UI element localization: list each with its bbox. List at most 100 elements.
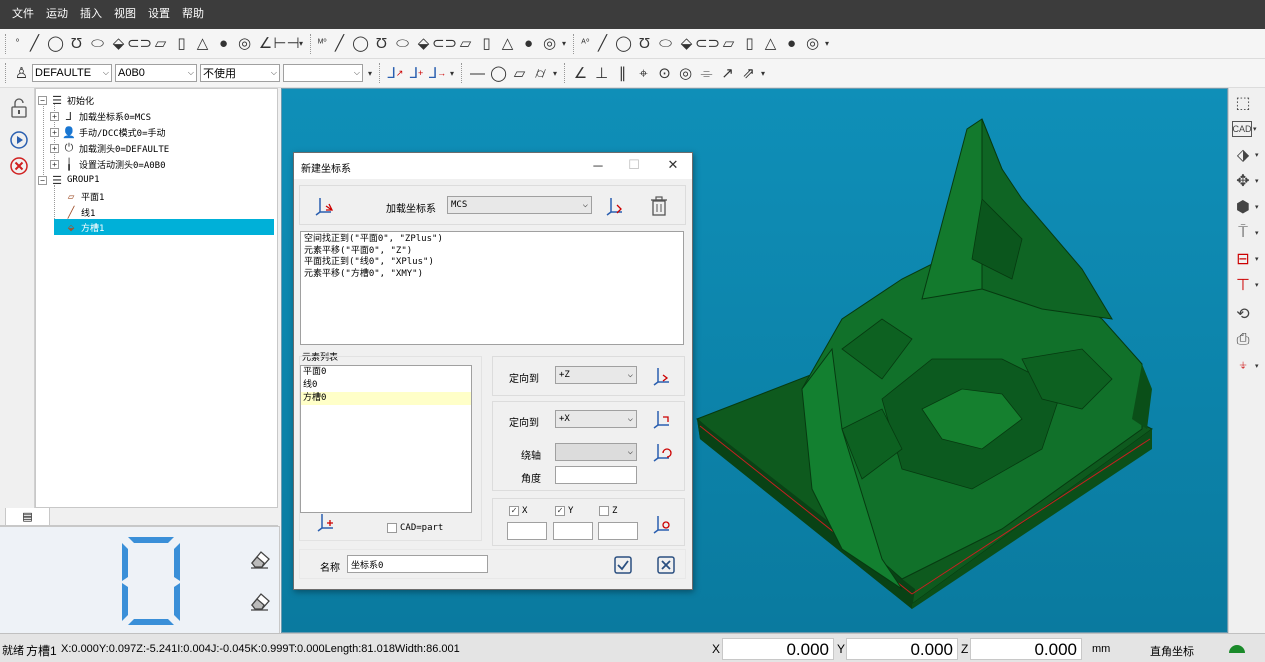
measure-ellipse-icon[interactable]: ⬭ <box>392 33 413 55</box>
list-item[interactable]: 方槽0 <box>301 392 471 405</box>
toolbar-grip[interactable] <box>310 33 313 54</box>
coaxiality-icon[interactable]: ◎ <box>675 62 696 84</box>
menu-file[interactable]: 文件 <box>6 0 40 29</box>
measure-view-button[interactable]: ⍖ ▾ <box>1232 354 1262 378</box>
construct-cylinder-icon[interactable]: ▯ <box>739 33 760 55</box>
expand-icon[interactable]: + <box>50 159 59 169</box>
expand-icon[interactable]: + <box>50 143 59 153</box>
flatness-icon[interactable]: ▱ <box>509 62 530 84</box>
total-runout-icon[interactable]: ⇗ <box>738 62 759 84</box>
rotate-view-button[interactable]: ⟲ <box>1232 302 1262 326</box>
list-item[interactable]: 线0 <box>301 379 471 392</box>
eraser-icon[interactable] <box>248 589 272 613</box>
cancel-icon[interactable] <box>655 554 677 576</box>
pick-coordinate-icon[interactable] <box>314 195 336 217</box>
section-button[interactable]: ⊟ ▾ <box>1232 247 1262 271</box>
collapse-icon[interactable]: − <box>38 95 47 105</box>
confirm-icon[interactable] <box>612 554 634 576</box>
roundness-icon[interactable]: ◯ <box>488 62 509 84</box>
tree-node-slot[interactable]: ⬙ 方槽1 <box>54 219 274 235</box>
alignment-script-textbox[interactable]: 空间找正到("平面0", "ZPlus") 元素平移("平面0", "Z") 平… <box>300 231 684 345</box>
construct-point-icon[interactable]: ᴬ° <box>579 33 592 55</box>
construct-ellipse-icon[interactable]: ⬭ <box>655 33 676 55</box>
list-item[interactable]: 平面0 <box>301 366 471 379</box>
toolbar-grip[interactable] <box>379 63 382 83</box>
measure-torus-icon[interactable]: ◎ <box>539 33 560 55</box>
torus-icon[interactable]: ◎ <box>234 33 255 55</box>
zoom-window-button[interactable]: ⬚ <box>1232 91 1262 115</box>
circle-icon[interactable]: ◯ <box>45 33 66 55</box>
tree-node-manual-mode[interactable]: + 👤 手动/DCC模式0=手动 <box>50 124 166 140</box>
toolbar-dropdown-icon[interactable]: ▾ <box>366 69 374 78</box>
construct-circle-icon[interactable]: ◯ <box>613 33 634 55</box>
sphere-icon[interactable]: ● <box>213 33 234 55</box>
unlock-icon[interactable] <box>9 98 29 118</box>
probe-view-button[interactable]: ⍑ ▾ <box>1232 221 1262 245</box>
construct-cone-icon[interactable]: △ <box>760 33 781 55</box>
apply-orient-secondary-icon[interactable] <box>651 408 673 430</box>
menu-help[interactable]: 帮助 <box>176 0 210 29</box>
expand-icon[interactable]: + <box>50 111 59 121</box>
collapse-icon[interactable]: − <box>38 175 47 185</box>
toolbar-dropdown-icon[interactable]: ▾ <box>560 39 568 48</box>
toolbar-grip[interactable] <box>5 63 8 83</box>
construct-rect-slot-icon[interactable]: ▱ <box>718 33 739 55</box>
add-element-icon[interactable] <box>316 511 338 533</box>
tree-node-group[interactable]: − ☰ GROUP1 <box>38 172 100 188</box>
probe-angle-select[interactable]: A0B0 ⌵ <box>115 64 197 82</box>
save-view-button[interactable]: ⎙ <box>1232 328 1262 352</box>
toolbar-grip[interactable] <box>573 33 576 54</box>
translate-y-input[interactable] <box>553 522 593 540</box>
shaded-view-button[interactable]: ⬢ ▾ <box>1232 195 1262 219</box>
menu-settings[interactable]: 设置 <box>142 0 176 29</box>
circular-runout-icon[interactable]: ↗ <box>717 62 738 84</box>
close-icon[interactable]: ✕ <box>662 156 684 174</box>
extra-select[interactable]: ⌵ <box>283 64 363 82</box>
construct-torus-icon[interactable]: ◎ <box>802 33 823 55</box>
tree-tab[interactable]: ▤ <box>5 508 50 526</box>
cad-button[interactable]: CAD ▾ <box>1232 117 1262 141</box>
point-icon[interactable]: ° <box>11 33 24 55</box>
clip-button[interactable]: ⊤ ▾ <box>1232 273 1262 297</box>
toolbar-dropdown-icon[interactable]: ▾ <box>823 39 831 48</box>
tree-node-set-probe[interactable]: + ╽ 设置活动测头0=A0B0 <box>50 156 166 172</box>
rotate-coordinate-icon[interactable]: ⅃ → <box>427 62 448 84</box>
dialog-titlebar[interactable]: 新建坐标系 ─ ☐ ✕ <box>294 153 692 179</box>
concentricity-icon[interactable]: ⊙ <box>654 62 675 84</box>
probe-icon[interactable]: ♙ <box>11 62 32 84</box>
apply-coordinate-icon[interactable] <box>605 195 627 217</box>
toolbar-dropdown-icon[interactable]: ▾ <box>759 69 767 78</box>
tree-node-init[interactable]: − ☰ 初始化 <box>38 92 94 108</box>
orient-primary-select[interactable]: +Z ⌵ <box>555 366 637 384</box>
measure-rect-slot-icon[interactable]: ▱ <box>455 33 476 55</box>
tree-node-load-cs[interactable]: + ⅃ 加载坐标系0=MCS <box>50 108 151 124</box>
translate-x-checkbox[interactable]: ✓ X <box>509 506 527 516</box>
toolbar-grip[interactable] <box>5 33 8 54</box>
apply-rotate-icon[interactable] <box>651 441 673 463</box>
translate-y-checkbox[interactable]: ✓ Y <box>555 506 573 516</box>
eraser-icon[interactable] <box>248 547 272 571</box>
coordinate-mode[interactable]: 直角坐标 <box>1150 643 1194 659</box>
toolbar-grip[interactable] <box>564 63 567 83</box>
menu-view[interactable]: 视图 <box>108 0 142 29</box>
toolbar-dropdown-icon[interactable]: ▾ <box>551 69 559 78</box>
apply-translate-icon[interactable] <box>651 513 673 535</box>
construct-sphere-icon[interactable]: ● <box>781 33 802 55</box>
slot-icon[interactable]: ⊂⊃ <box>127 33 152 55</box>
translate-coordinate-icon[interactable]: ⅃ + <box>406 62 427 84</box>
measure-line-icon[interactable]: ╱ <box>329 33 350 55</box>
menu-insert[interactable]: 插入 <box>74 0 108 29</box>
load-cs-select[interactable]: MCS ⌵ <box>447 196 592 214</box>
measure-arc-icon[interactable]: Ʊ <box>371 33 392 55</box>
position-icon[interactable]: ⌖ <box>633 62 654 84</box>
construct-arc-icon[interactable]: Ʊ <box>634 33 655 55</box>
run-icon[interactable] <box>9 130 29 150</box>
translate-x-input[interactable] <box>507 522 547 540</box>
measure-point-icon[interactable]: ᴹ° <box>316 33 329 55</box>
construct-slot-icon[interactable]: ⊂⊃ <box>695 33 720 55</box>
name-input[interactable]: 坐标系0 <box>347 555 488 573</box>
toolbar-dropdown-icon[interactable]: ▾ <box>297 39 305 48</box>
parallelism-icon[interactable]: ∥ <box>612 62 633 84</box>
orient-secondary-select[interactable]: +X ⌵ <box>555 410 637 428</box>
measure-plane-icon[interactable]: ⬙ <box>413 33 434 55</box>
